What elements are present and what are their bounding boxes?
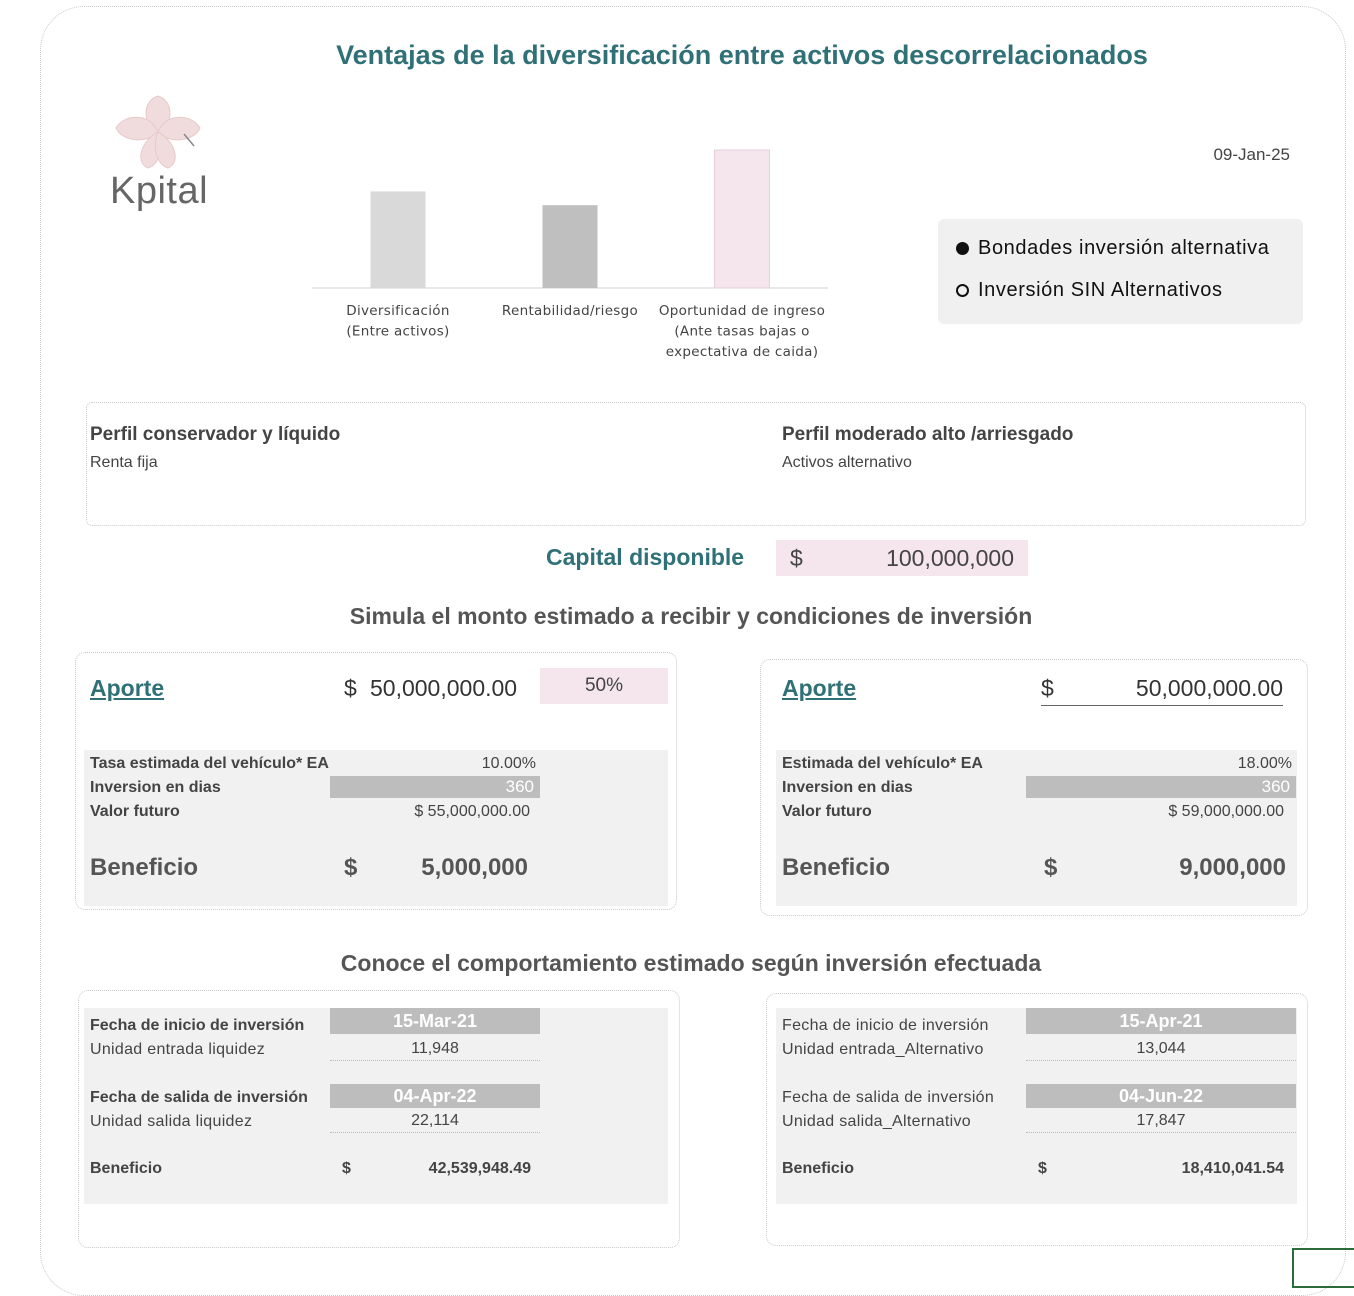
benefit-currency: $: [342, 1160, 351, 1177]
simulate-right-card: Aporte $ 50,000,000.00 Estimada del vehí…: [760, 659, 1308, 916]
chart-bar: [714, 149, 770, 289]
unit-in-label: Unidad entrada liquidez: [90, 1041, 266, 1058]
start-date-label: Fecha de inicio de inversión: [90, 1017, 305, 1034]
unit-out-value: 17,847: [1026, 1112, 1296, 1133]
x-tick-label: (Entre activos): [346, 324, 449, 340]
x-tick-label: (Ante tasas bajas o: [674, 324, 809, 340]
start-date-value[interactable]: 15-Mar-21: [330, 1008, 540, 1034]
simulate-left-card: Aporte $ 50,000,000.00 50% Tasa estimada…: [75, 652, 677, 910]
radio-filled-icon[interactable]: [956, 242, 969, 255]
aporte-left-percent[interactable]: 50%: [540, 668, 668, 704]
unit-out-label: Unidad salida_Alternativo: [782, 1113, 971, 1130]
benefit-value: 18,410,041.54: [1181, 1160, 1284, 1177]
profile-left-subtitle: Renta fija: [90, 454, 158, 471]
benefit-value: 5,000,000: [421, 854, 528, 881]
end-date-label: Fecha de salida de inversión: [782, 1089, 995, 1106]
days-label: Inversion en dias: [782, 779, 913, 796]
future-value: $ 59,000,000.00: [1168, 803, 1284, 820]
future-value: $ 55,000,000.00: [414, 803, 530, 820]
benefit-label: Beneficio: [90, 854, 199, 881]
aporte-right-value: 50,000,000.00: [1135, 675, 1283, 701]
simulate-right-details: Estimada del vehículo* EA 18.00% Inversi…: [776, 750, 1297, 906]
capital-currency: $: [790, 545, 803, 571]
unit-in-value: 11,948: [330, 1040, 540, 1061]
capital-label: Capital disponible: [546, 544, 745, 570]
logo-wordmark: Kpital: [110, 170, 209, 212]
rate-label: Estimada del vehículo* EA: [782, 755, 983, 772]
aporte-left-currency: $: [344, 675, 357, 701]
start-date-label: Fecha de inicio de inversión: [782, 1017, 989, 1034]
start-date-value[interactable]: 15-Apr-21: [1026, 1008, 1296, 1034]
x-tick-label: expectativa de caida): [666, 344, 819, 360]
benefit-value: 9,000,000: [1179, 854, 1286, 881]
x-tick-label: Oportunidad de ingreso: [659, 303, 825, 319]
legend-panel: Bondades inversión alternativa Inversión…: [938, 219, 1303, 324]
behavior-title: Conoce el comportamiento estimado según …: [340, 950, 1042, 976]
rate-label: Tasa estimada del vehículo* EA: [90, 755, 329, 772]
profiles-panel: Perfil conservador y líquido Renta fija …: [86, 402, 1306, 526]
benefit-label: Beneficio: [782, 854, 891, 881]
benefit-currency: $: [344, 854, 358, 881]
report-date: 09-Jan-25: [1213, 145, 1290, 164]
page-title: Ventajas de la diversificación entre act…: [336, 40, 1148, 70]
future-label: Valor futuro: [90, 803, 180, 820]
aporte-right-currency: $: [1041, 675, 1054, 701]
benefit-value: 42,539,948.49: [428, 1160, 531, 1177]
days-label: Inversion en dias: [90, 779, 221, 796]
end-date-value[interactable]: 04-Jun-22: [1026, 1084, 1296, 1108]
days-value[interactable]: 360: [1026, 776, 1296, 798]
x-tick-label: Rentabilidad/riesgo: [502, 303, 638, 319]
aporte-left-label: Aporte: [90, 675, 165, 701]
benefit-label: Beneficio: [90, 1160, 163, 1177]
legend-option-label: Bondades inversión alternativa: [978, 237, 1270, 259]
future-label: Valor futuro: [782, 803, 872, 820]
legend-option-no-alternative[interactable]: Inversión SIN Alternativos: [956, 279, 1223, 302]
behavior-left-details: Fecha de inicio de inversión 15-Mar-21 U…: [84, 1008, 668, 1204]
legend-option-alternative[interactable]: Bondades inversión alternativa: [956, 237, 1270, 260]
end-date-label: Fecha de salida de inversión: [90, 1089, 308, 1106]
x-tick-label: Diversificación: [346, 303, 449, 319]
behavior-right-card: Fecha de inicio de inversión 15-Apr-21 U…: [766, 993, 1308, 1246]
behavior-left-card: Fecha de inicio de inversión 15-Mar-21 U…: [78, 990, 680, 1248]
days-value[interactable]: 360: [330, 776, 540, 798]
chart-bar: [370, 191, 426, 288]
benefit-currency: $: [1038, 1160, 1047, 1177]
simulate-left-details: Tasa estimada del vehículo* EA 10.00% In…: [84, 750, 668, 906]
capital-value: 100,000,000: [886, 545, 1014, 571]
unit-in-value: 13,044: [1026, 1040, 1296, 1061]
unit-out-label: Unidad salida liquidez: [90, 1113, 253, 1130]
behavior-right-details: Fecha de inicio de inversión 15-Apr-21 U…: [776, 1008, 1297, 1204]
unit-out-value: 22,114: [330, 1112, 540, 1133]
aporte-right-label: Aporte: [782, 675, 857, 701]
simulate-title: Simula el monto estimado a recibir y con…: [349, 603, 1033, 629]
capital-input[interactable]: $ 100,000,000: [776, 540, 1028, 576]
profile-left-title: Perfil conservador y líquido: [90, 424, 341, 445]
rate-value: 10.00%: [481, 755, 536, 772]
cell-selection-corner: [1292, 1248, 1354, 1288]
chart-bar: [542, 205, 598, 288]
profile-right-title: Perfil moderado alto /arriesgado: [782, 424, 1074, 445]
radio-empty-icon[interactable]: [956, 284, 969, 297]
unit-in-label: Unidad entrada_Alternativo: [782, 1041, 984, 1058]
benefit-currency: $: [1044, 854, 1058, 881]
benefit-label: Beneficio: [782, 1160, 855, 1177]
advantages-bar-chart: Diversificación (Entre activos) Rentabilid…: [300, 130, 840, 370]
rate-value: 18.00%: [1237, 755, 1292, 772]
legend-option-label: Inversión SIN Alternativos: [978, 279, 1223, 301]
end-date-value[interactable]: 04-Apr-22: [330, 1084, 540, 1108]
aporte-left-value[interactable]: 50,000,000.00: [370, 675, 517, 702]
aporte-right-input[interactable]: $ 50,000,000.00: [1041, 675, 1283, 706]
profile-right-subtitle: Activos alternativo: [782, 454, 912, 471]
